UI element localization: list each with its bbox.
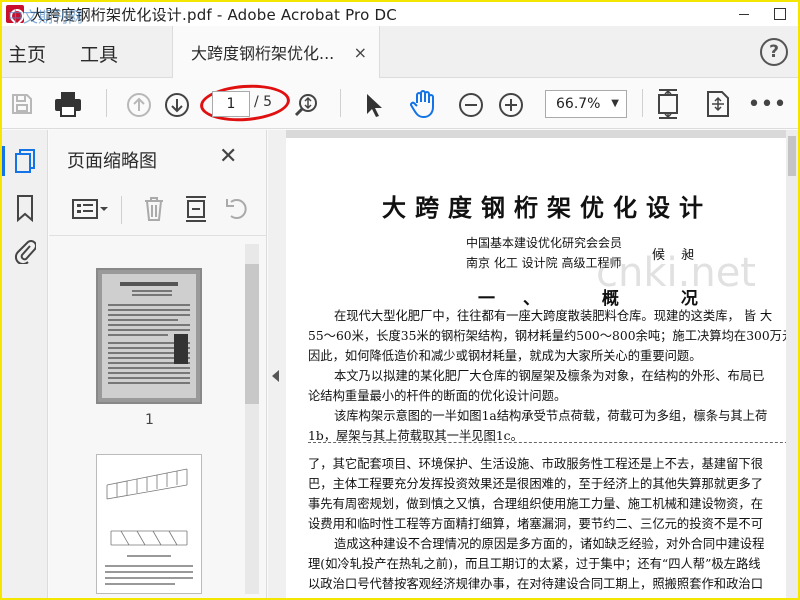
page-thumbnail-1[interactable] (96, 268, 202, 404)
chevron-down-icon: ▼ (611, 98, 619, 109)
help-button[interactable]: ? (760, 38, 788, 66)
page-thumbnail-2[interactable] (96, 454, 202, 594)
panel-scrollbar[interactable] (245, 244, 259, 594)
thumbnails-panel: 页面缩略图 ✕ 1 (49, 130, 267, 598)
panel-close-icon[interactable]: ✕ (219, 144, 237, 169)
body-text-line: 巴，主体工程要充分发挥投资效果还是很困难的，至于经济上的其他失算那就更多了 (308, 477, 763, 491)
menu-tab-bar: 主页 工具 大跨度钢桁架优化... × ? (2, 26, 798, 78)
panel-splitter[interactable] (268, 130, 286, 598)
title-bar: 大跨度钢桁架优化设计.pdf - Adobe Acrobat Pro DC (2, 2, 798, 26)
window-controls (726, 2, 798, 26)
thumbnail-list: 1 (49, 240, 267, 598)
insert-page-icon[interactable] (181, 194, 211, 224)
body-text-line: 以政治口号代替按客观经济规律办事，在对待建设合同工期上，照搬照套作和政治口 (308, 577, 763, 591)
menu-tools[interactable]: 工具 (80, 40, 118, 67)
save-icon[interactable] (6, 89, 38, 119)
page-thumbnails-icon[interactable] (10, 146, 40, 176)
window-title: 大跨度钢桁架优化设计.pdf - Adobe Acrobat Pro DC (30, 5, 397, 24)
bookmark-icon[interactable] (10, 192, 40, 224)
delete-page-icon[interactable] (139, 194, 169, 224)
zoom-out-icon[interactable] (456, 90, 486, 120)
body-text-line: 理(如冷轧投产在热轧之前)，而且工期订的太紧，过于集中；还有“四人帮”极左路线 (308, 557, 761, 571)
tab-close-icon[interactable]: × (354, 43, 367, 62)
thumbnail-options-icon[interactable] (69, 194, 111, 224)
body-text-line: 设费用和临时性工程等方面精打细算，堵塞漏洞，要节约二、三亿元的投资不是不可 (308, 517, 763, 531)
page-total: / 5 (254, 94, 273, 110)
minimize-button[interactable] (726, 2, 762, 26)
body-text-line: 论结构重量最小的杆件的断面的优化设计问题。 (308, 389, 567, 403)
fit-page-icon[interactable] (652, 87, 684, 121)
rotate-page-icon[interactable] (223, 194, 253, 224)
body-text-line: 55～60米，长度35米的钢桁架结构，钢材耗量约500～800余吨；施工决算均在… (308, 329, 795, 343)
toolbar-separator (106, 89, 107, 117)
document-view: 大跨度钢桁架优化设计 中国基本建设优化研究会会员 南京 化工 设计院 高级工程师… (286, 130, 798, 598)
zoom-select[interactable]: 66.7% ▼ (545, 90, 627, 118)
next-page-icon[interactable] (162, 90, 192, 120)
page-number-input[interactable]: 1 (212, 91, 250, 117)
thumbnail-page-label: 1 (145, 412, 154, 428)
document-tab[interactable]: 大跨度钢桁架优化... × (172, 26, 380, 78)
attachment-icon[interactable] (10, 234, 40, 266)
panel-title: 页面缩略图 (67, 151, 157, 172)
previous-page-icon[interactable] (124, 90, 154, 120)
menu-home[interactable]: 主页 (8, 40, 46, 67)
panel-separator (121, 196, 122, 224)
toolbar: 1 / 5 66.7% ▼ ••• (2, 79, 798, 129)
section-heading: 一、 概 况 (478, 289, 726, 309)
body-text-line: 在现代大型化肥厂中，往往都有一座大跨度散装肥料仓库。现建的这类库， 皆 大 (334, 309, 773, 323)
maximize-button[interactable] (762, 2, 798, 26)
rail-active-indicator (2, 146, 5, 176)
zoom-in-icon[interactable] (496, 90, 526, 120)
acrobat-window: 大跨度钢桁架优化设计.pdf - Adobe Acrobat Pro DC 中文… (2, 2, 798, 598)
zoom-value: 66.7% (556, 96, 601, 112)
site-watermark: 中文期刊网 (8, 8, 84, 26)
print-icon[interactable] (50, 88, 86, 120)
author-affiliation-1: 中国基本建设优化研究会会员 (466, 236, 623, 250)
body-text-line: 本文乃以拟建的某化肥厂大仓库的钢屋架及檩条为对象，在结构的外形、布局已 (334, 369, 765, 383)
body-text-line: 造成这种建设不合理情况的原因是多方面的，诸如缺乏经验，对外合同中建设程 (334, 537, 765, 551)
select-cursor-icon[interactable] (360, 90, 388, 120)
left-tool-rail (2, 130, 48, 598)
body-text-line: 因此，如何降低造价和减少或钢材耗量，就成为大家所关心的重要问题。 (308, 349, 702, 363)
body-text-line: 了，其它配套项目、环境保护、生活设施、市政服务性工程还是上不去，基建留下很 (308, 457, 763, 471)
body-text-line: 该库构架示意图的一半如图1a结构承受节点荷载，荷载可为多组，檩条与其上荷 (334, 409, 768, 423)
pdf-page: 大跨度钢桁架优化设计 中国基本建设优化研究会会员 南京 化工 设计院 高级工程师… (286, 138, 798, 598)
document-title: 大跨度钢桁架优化设计 (382, 193, 712, 222)
page-divider (308, 442, 798, 443)
document-scrollbar-thumb[interactable] (788, 136, 796, 176)
toolbar-separator (340, 89, 341, 117)
document-tab-label: 大跨度钢桁架优化... (191, 44, 335, 63)
document-scrollbar[interactable] (786, 130, 798, 598)
full-screen-icon[interactable] (702, 87, 734, 121)
body-text-line: 事先有周密规划，做到慎之又慎，合理组织使用施工力量、施工机械和建设物资，在 (308, 497, 763, 511)
more-options-icon[interactable]: ••• (748, 91, 787, 117)
page-zoom-icon[interactable] (292, 90, 322, 120)
hand-tool-icon[interactable] (406, 88, 440, 120)
toolbar-separator (642, 89, 643, 117)
collapse-arrow-icon[interactable] (272, 370, 279, 382)
panel-scrollbar-thumb[interactable] (245, 264, 259, 404)
panel-toolbar (49, 182, 267, 236)
